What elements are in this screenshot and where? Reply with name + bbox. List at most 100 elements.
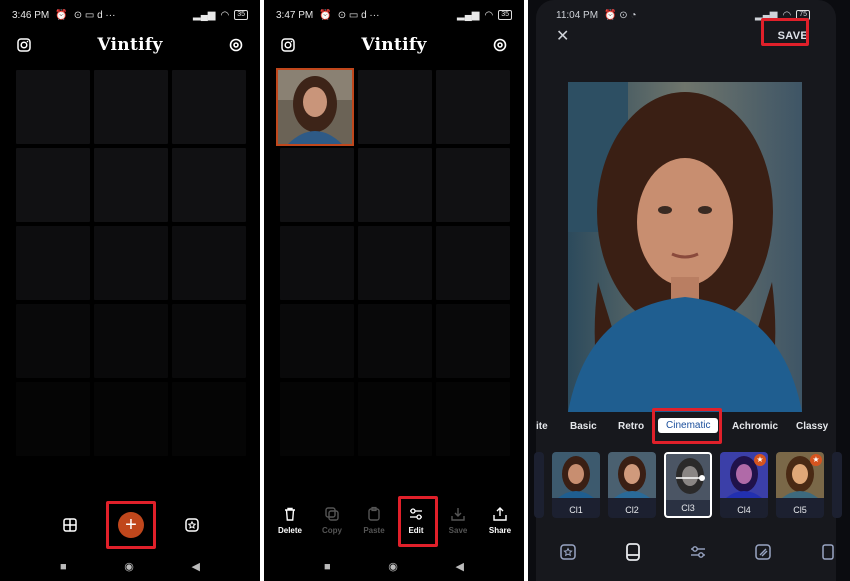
frame-icon[interactable] [623, 542, 643, 562]
empty-grid-cell [280, 226, 354, 300]
empty-grid-cell [436, 70, 510, 144]
empty-grid-cell [94, 148, 168, 222]
empty-grid-cell [16, 226, 90, 300]
preset-item-selected[interactable]: Cl3 [664, 452, 712, 518]
texture-icon[interactable] [753, 542, 773, 562]
empty-grid-cell [436, 148, 510, 222]
empty-grid-cell [436, 226, 510, 300]
screen-photo-editor: 11:04 PM ⏰ ⊙ ◔ ▂▄▆ ◠ 75 ✕ SAVE ite Basic… [528, 0, 850, 581]
empty-grid-cell [16, 148, 90, 222]
empty-grid-cell [172, 382, 246, 456]
battery-level: 35 [234, 10, 248, 20]
empty-grid-cell [94, 226, 168, 300]
tool-label: Share [488, 526, 512, 535]
back-button[interactable]: ◀ [192, 560, 200, 573]
preset-thumbnail [666, 454, 710, 500]
system-nav-bar: ■ ◉ ◀ [60, 560, 200, 574]
selected-photo-thumbnail[interactable] [276, 68, 354, 146]
wifi-icon: ◠ [220, 9, 230, 21]
empty-grid-cell [358, 304, 432, 378]
tool-label: Save [448, 526, 468, 535]
back-button[interactable]: ◀ [456, 560, 464, 573]
notification-icons: ⊙ ▭ d ··· [73, 9, 116, 21]
empty-grid-cell [94, 382, 168, 456]
photo-preview [568, 82, 802, 412]
filter-tab[interactable]: Classy [796, 421, 828, 432]
empty-grid-cell [358, 382, 432, 456]
instagram-icon[interactable] [280, 37, 296, 53]
settings-icon[interactable] [228, 37, 244, 53]
share-icon [493, 507, 507, 521]
signal-icon: ▂▄▆ [193, 9, 216, 21]
empty-grid-cell [172, 70, 246, 144]
filter-tab[interactable]: Retro [618, 421, 644, 432]
settings-icon[interactable] [492, 37, 508, 53]
tool-label: Copy [322, 526, 342, 535]
paste-button[interactable]: Paste [354, 506, 394, 535]
empty-grid-cell [172, 148, 246, 222]
adjust-icon[interactable] [688, 542, 708, 562]
preset-strip: Cl1 Cl2 Cl3 ★ Cl4 ★ Cl5 [534, 452, 842, 520]
layout-icon[interactable] [62, 517, 78, 533]
close-icon[interactable]: ✕ [556, 26, 569, 46]
filter-tab[interactable]: ite [536, 421, 548, 432]
app-title: Vintify [97, 35, 163, 55]
app-title: Vintify [361, 35, 427, 55]
download-icon [451, 508, 465, 521]
recents-button[interactable]: ■ [60, 561, 67, 573]
empty-grid-cell [436, 382, 510, 456]
empty-grid-cell [16, 70, 90, 144]
empty-grid-cell [358, 148, 432, 222]
filter-tab[interactable]: Basic [570, 421, 597, 432]
copy-button[interactable]: Copy [312, 506, 352, 535]
trash-icon [285, 507, 295, 521]
share-button[interactable]: Share [480, 506, 520, 535]
empty-grid-cell [172, 304, 246, 378]
preset-item[interactable]: Cl1 [552, 452, 600, 518]
status-bar: 3:47 PM ⏰ ⊙ ▭ d ··· ▂▄▆ ◠ 35 [276, 8, 512, 22]
favorites-icon[interactable] [558, 542, 578, 562]
preset-item[interactable]: ★ Cl5 [776, 452, 824, 518]
home-button[interactable]: ◉ [388, 560, 398, 573]
empty-grid-cell [94, 70, 168, 144]
portrait-image [278, 70, 352, 144]
paste-icon [368, 506, 380, 521]
preset-label: Cl5 [793, 505, 807, 515]
preset-item-partial[interactable] [832, 452, 842, 518]
favorites-icon[interactable] [184, 517, 200, 533]
screen-photo-selected: 3:47 PM ⏰ ⊙ ▭ d ··· ▂▄▆ ◠ 35 Vintify Del… [264, 0, 524, 581]
highlight-box [652, 408, 722, 444]
empty-grid-cell [358, 70, 432, 144]
preset-thumbnail [608, 452, 656, 498]
premium-star-icon: ★ [810, 454, 822, 466]
wifi-icon: ◠ [484, 9, 494, 21]
selection-toolbar: Delete Copy Paste Edit Save Share [270, 506, 520, 535]
system-nav-bar: ■ ◉ ◀ [324, 560, 464, 574]
preset-label: Cl1 [569, 505, 583, 515]
instagram-icon[interactable] [16, 37, 32, 53]
status-bar: 3:46 PM ⏰ ⊙ ▭ d ··· ▂▄▆ ◠ 35 [12, 8, 248, 22]
preset-label: Cl3 [681, 503, 695, 513]
alarm-icon: ⏰ [55, 9, 68, 21]
preset-thumbnail [552, 452, 600, 498]
save-button[interactable]: Save [438, 506, 478, 535]
preset-item[interactable]: ★ Cl4 [720, 452, 768, 518]
preset-label: Cl2 [625, 505, 639, 515]
portrait-image [568, 82, 802, 412]
empty-grid-cell [16, 382, 90, 456]
preset-item[interactable]: Cl2 [608, 452, 656, 518]
home-button[interactable]: ◉ [124, 560, 134, 573]
screen-empty-gallery: 3:46 PM ⏰ ⊙ ▭ d ··· ▂▄▆ ◠ 35 Vintify + ■… [0, 0, 260, 581]
recents-button[interactable]: ■ [324, 561, 331, 573]
highlight-box [106, 501, 156, 549]
empty-grid-cell [94, 304, 168, 378]
editor-bottom-bar [558, 542, 838, 562]
highlight-box [761, 18, 809, 46]
delete-button[interactable]: Delete [270, 506, 310, 535]
preset-item-partial[interactable] [534, 452, 544, 518]
empty-grid-cell [280, 304, 354, 378]
empty-grid-cell [358, 226, 432, 300]
filter-tab[interactable]: Achromic [732, 421, 778, 432]
layers-icon[interactable] [818, 542, 838, 562]
tool-label: Paste [363, 526, 385, 535]
